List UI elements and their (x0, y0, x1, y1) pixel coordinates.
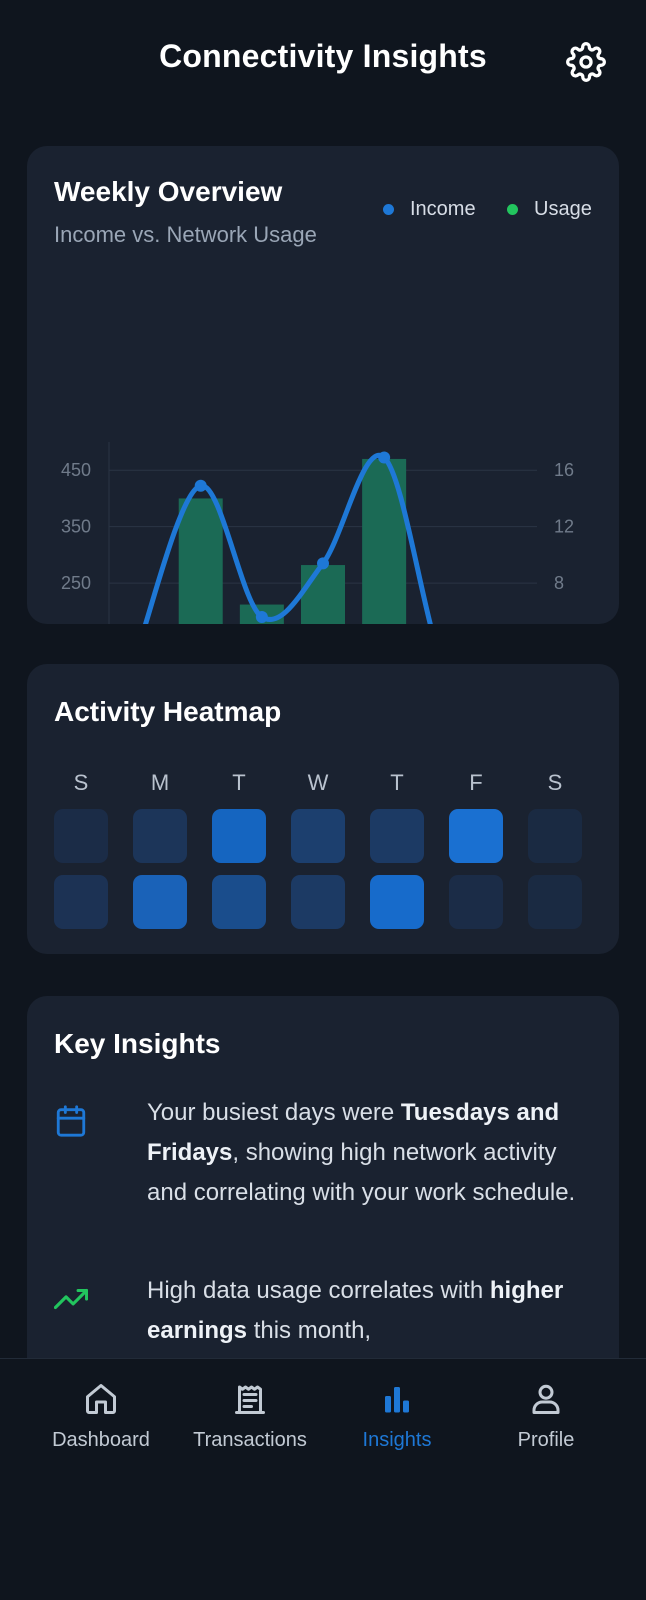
activity-heatmap-title: Activity Heatmap (54, 696, 282, 727)
income-point (255, 610, 268, 623)
heatmap-cell[interactable] (133, 809, 187, 863)
heatmap-cell[interactable] (212, 875, 266, 929)
bottom-nav: Dashboard Transactions Insights Profile (0, 1358, 646, 1600)
y-tick-right: 16 (554, 460, 574, 480)
heatmap-cell[interactable] (449, 875, 503, 929)
heatmap-cell[interactable] (370, 809, 424, 863)
income-point (378, 451, 391, 464)
heatmap-cell[interactable] (212, 809, 266, 863)
heatmap-day-label: S (73, 770, 89, 795)
page-title: Connectivity Insights (159, 38, 487, 74)
income-point (317, 557, 329, 570)
nav-item-dashboard[interactable]: Dashboard (21, 1381, 181, 1452)
y-tick-left: 250 (61, 573, 91, 593)
weekly-overview-card: Weekly Overview Income vs. Network Usage… (27, 146, 619, 624)
heatmap-day-label: F (469, 770, 483, 795)
nav-label-transactions: Transactions (193, 1429, 307, 1451)
insight-item-busiest-days: Your busiest days were Tuesdays and Frid… (54, 1099, 594, 1270)
heatmap-day-labels: SMTWTFS (54, 770, 582, 800)
receipt-icon (235, 1385, 265, 1414)
y-tick-right: 12 (554, 517, 574, 537)
user-icon (532, 1384, 560, 1414)
heatmap-cell[interactable] (528, 875, 582, 929)
insight-text-data-usage: High data usage correlates with higher e… (147, 1277, 564, 1344)
heatmap-cell[interactable] (133, 875, 187, 929)
gear-icon[interactable] (566, 42, 606, 82)
y-tick-left: 450 (61, 460, 91, 480)
activity-heatmap-card: Activity Heatmap S M T W T F S (27, 664, 619, 954)
key-insights-card: Key Insights Your busiest days were Tues… (27, 996, 619, 1416)
heatmap-cell[interactable] (54, 809, 108, 863)
usage-bar (362, 458, 407, 624)
heatmap-day-label: T (390, 770, 404, 795)
nav-item-profile[interactable]: Profile (466, 1381, 626, 1452)
y-tick-right: 8 (554, 573, 564, 593)
insight-text-busiest-days: Your busiest days were Tuesdays and Frid… (147, 1099, 576, 1206)
heatmap-cell[interactable] (370, 875, 424, 929)
usage-bar (301, 565, 345, 624)
app-header: Connectivity Insights (0, 0, 646, 120)
home-icon (86, 1384, 116, 1414)
income-point (194, 479, 207, 492)
nav-label-insights: Insights (362, 1429, 432, 1451)
heatmap-day-label: W (307, 770, 329, 795)
heatmap-day-label: S (547, 770, 563, 795)
heatmap-day-label: M (150, 770, 170, 795)
key-insights-title: Key Insights (54, 1028, 221, 1059)
heatmap-cell[interactable] (449, 809, 503, 863)
heatmap-grid (54, 809, 582, 929)
heatmap-cell[interactable] (291, 875, 345, 929)
heatmap-cell[interactable] (291, 809, 345, 863)
calendar-icon (56, 1105, 86, 1137)
nav-item-transactions[interactable]: Transactions (170, 1381, 330, 1452)
usage-bar (178, 498, 223, 624)
trending-up-icon (54, 1288, 88, 1310)
heatmap-cell[interactable] (528, 809, 582, 863)
nav-label-profile: Profile (517, 1429, 575, 1451)
heatmap-day-label: T (232, 770, 246, 795)
y-tick-left: 350 (61, 517, 91, 537)
weekly-chart: 501502503504500481216MonTueWedThuFriSatS… (61, 442, 574, 624)
heatmap-cell[interactable] (54, 875, 108, 929)
nav-item-insights[interactable]: Insights (317, 1381, 477, 1452)
nav-label-dashboard: Dashboard (52, 1429, 150, 1451)
bar-chart-icon (385, 1387, 409, 1413)
